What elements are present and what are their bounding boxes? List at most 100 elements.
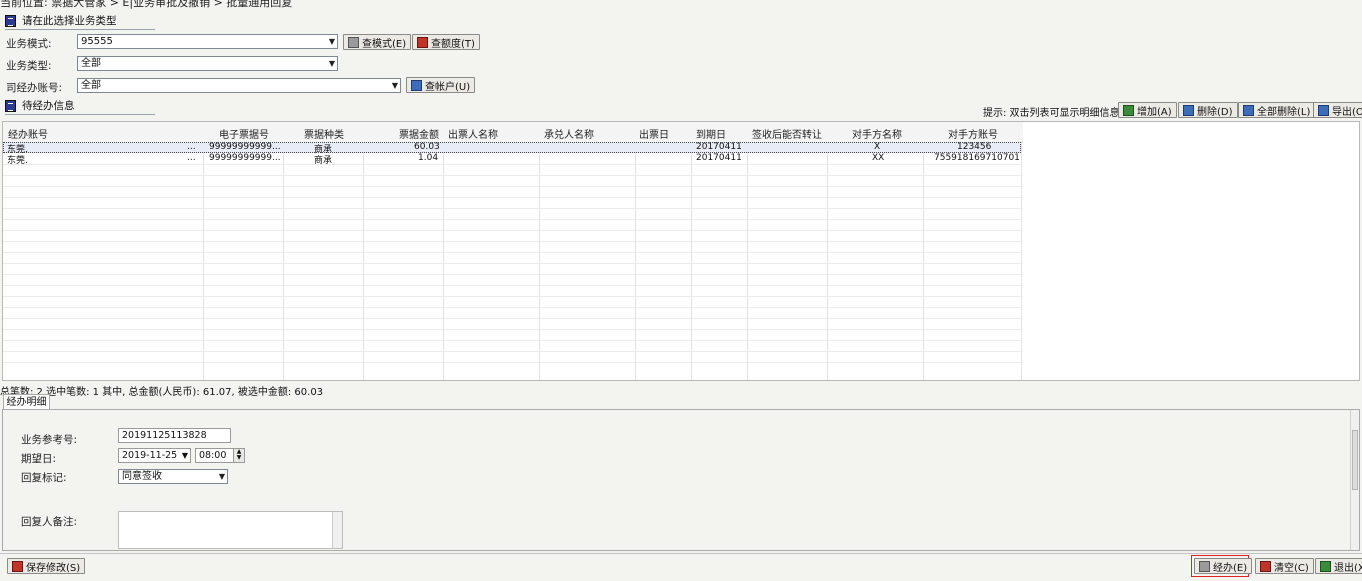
business-mode-label: 业务模式:: [6, 38, 52, 50]
row-divider: [3, 274, 1023, 275]
query-quota-button-label: 查额度(T): [431, 38, 475, 50]
business-mode-value: 95555: [81, 36, 113, 47]
row-divider: [3, 241, 1023, 242]
row-divider: [3, 285, 1023, 286]
detail-panel: 业务参考号: 20191125113828 期望日: 2019-11-25 ▼ …: [2, 409, 1360, 551]
cell-due-date: 20170411: [696, 142, 742, 152]
reply-flag-label: 回复标记:: [21, 472, 67, 484]
breadcrumb: 当前位置: 票据大管家 > E|业务审批及撤销 > 批量通用回复: [0, 0, 293, 9]
column-divider: [283, 142, 284, 380]
ref-label: 业务参考号:: [21, 434, 78, 446]
section-divider: [5, 29, 155, 30]
remark-textarea[interactable]: [118, 511, 343, 549]
time-spinner[interactable]: ▲ ▼: [233, 448, 245, 463]
cell-more: ...: [187, 153, 196, 163]
row-divider: [3, 175, 1023, 176]
table-row-selected[interactable]: [3, 142, 1021, 153]
business-mode-select[interactable]: 95555 ▼: [77, 34, 338, 49]
dropdown-arrow-icon: ▼: [328, 37, 335, 46]
delete-button[interactable]: 删除(D): [1178, 102, 1238, 118]
save-button[interactable]: 保存修改(S): [7, 558, 86, 574]
row-divider: [3, 252, 1023, 253]
bottom-bar: [0, 553, 1362, 581]
row-divider: [3, 340, 1023, 341]
submit-button-label: 经办(E): [1213, 562, 1248, 574]
column-header[interactable]: 经办账号: [8, 126, 48, 141]
dropdown-arrow-icon: ▼: [328, 59, 335, 68]
clear-button-label: 清空(C): [1274, 562, 1309, 574]
column-divider: [539, 142, 540, 380]
scrollbar-thumb[interactable]: [1352, 430, 1358, 490]
dropdown-arrow-icon: ▼: [181, 451, 188, 460]
row-divider: [3, 164, 1023, 165]
time-field[interactable]: 08:00: [195, 448, 235, 463]
row-divider: [3, 208, 1023, 209]
table-row[interactable]: [3, 153, 1021, 164]
grid-icon: [348, 36, 359, 48]
account-label: 司经办账号:: [6, 82, 63, 94]
row-divider: [3, 362, 1023, 363]
column-header[interactable]: 出票人名称: [448, 126, 498, 141]
ref-field[interactable]: 20191125113828: [118, 428, 231, 443]
chart-icon: [417, 36, 428, 48]
section-title-text: 请在此选择业务类型: [22, 15, 117, 27]
add-button-label: 增加(A): [1137, 106, 1172, 118]
business-type-select[interactable]: 全部 ▼: [77, 56, 338, 71]
delete-all-icon: [1243, 104, 1254, 116]
query-account-button[interactable]: 查帐户(U): [406, 77, 476, 93]
column-header[interactable]: 对手方名称: [852, 126, 902, 141]
document-icon: [5, 99, 16, 112]
table-header: 经办账号 电子票据号 票据种类 票据金额 出票人名称 承兑人名称 出票日 到期日…: [3, 122, 1023, 143]
row-divider: [3, 318, 1023, 319]
export-icon: [1318, 104, 1329, 116]
add-button[interactable]: 增加(A): [1118, 102, 1177, 118]
export-button[interactable]: 导出(O): [1313, 102, 1362, 118]
clear-button[interactable]: 清空(C): [1255, 558, 1314, 574]
column-divider: [923, 142, 924, 380]
section-business-type-title: 请在此选择业务类型: [5, 13, 117, 28]
query-account-button-label: 查帐户(U): [425, 81, 471, 93]
date-field[interactable]: 2019-11-25 ▼: [118, 448, 191, 463]
cell-cp-name: X: [874, 142, 881, 152]
row-divider: [3, 219, 1023, 220]
delete-button-label: 删除(D): [1197, 106, 1233, 118]
column-divider: [747, 142, 748, 380]
column-header[interactable]: 对手方账号: [948, 126, 998, 141]
section-divider: [5, 114, 155, 115]
column-header[interactable]: 承兑人名称: [544, 126, 594, 141]
save-button-label: 保存修改(S): [26, 562, 81, 574]
reply-flag-select[interactable]: 同意签收 ▼: [118, 469, 228, 484]
delete-all-button[interactable]: 全部删除(L): [1238, 102, 1316, 118]
account-select[interactable]: 全部 ▼: [77, 78, 401, 93]
column-header[interactable]: 出票日: [639, 126, 669, 141]
submit-button[interactable]: 经办(E): [1194, 558, 1253, 574]
delete-icon: [1183, 104, 1194, 116]
column-header[interactable]: 签收后能否转让: [752, 126, 822, 141]
column-divider: [1021, 142, 1022, 380]
cell-amount: 1.04: [418, 153, 439, 163]
cell-account: 东莞.: [7, 156, 28, 166]
date-value: 2019-11-25: [122, 450, 178, 461]
column-header[interactable]: 电子票据号: [219, 126, 269, 141]
pending-table[interactable]: 经办账号 电子票据号 票据种类 票据金额 出票人名称 承兑人名称 出票日 到期日…: [2, 121, 1360, 381]
query-quota-button[interactable]: 查额度(T): [412, 34, 480, 50]
cell-more: ...: [187, 142, 196, 152]
exit-button[interactable]: 退出(X): [1315, 558, 1362, 574]
remark-label: 回复人备注:: [21, 516, 78, 528]
business-type-value: 全部: [81, 58, 101, 69]
dropdown-arrow-icon: ▼: [391, 81, 398, 90]
reply-flag-value: 同意签收: [122, 471, 162, 482]
row-divider: [3, 307, 1023, 308]
cell-type: 商承: [314, 156, 333, 166]
cell-bill-no: 99999999999...: [209, 142, 281, 152]
tab-detail[interactable]: 经办明细: [3, 394, 50, 409]
remark-scrollbar[interactable]: [332, 512, 342, 548]
column-header[interactable]: 票据种类: [304, 126, 344, 141]
time-value: 08:00: [199, 450, 227, 461]
account-icon: [411, 79, 422, 91]
column-header[interactable]: 票据金额: [399, 126, 439, 141]
column-divider: [363, 142, 364, 380]
detail-scrollbar[interactable]: [1350, 410, 1359, 550]
column-header[interactable]: 到期日: [696, 126, 726, 141]
query-mode-button[interactable]: 查模式(E): [343, 34, 412, 50]
